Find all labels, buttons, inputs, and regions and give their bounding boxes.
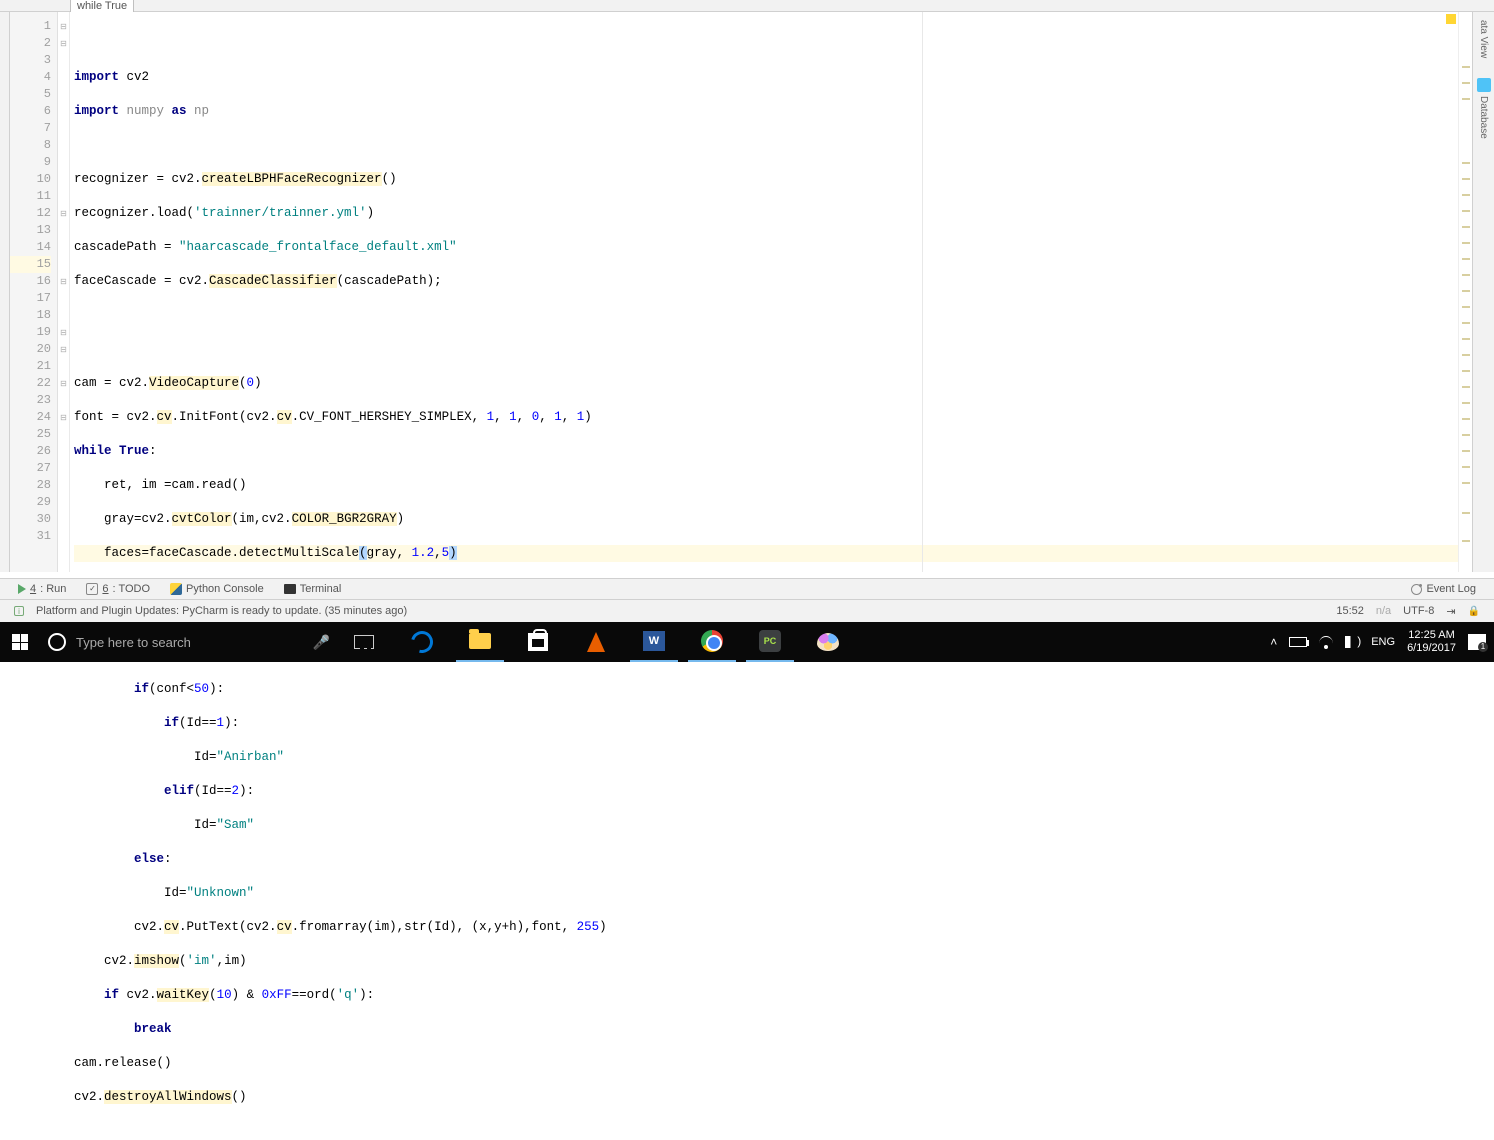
bottom-tool-tabs: 44: Run: Run ✓6: TODO Python Console Ter… <box>0 578 1494 600</box>
app-edge[interactable] <box>398 622 446 662</box>
sound-icon[interactable] <box>1345 636 1359 648</box>
system-tray: ˄ ENG 12:25 AM 6/19/2017 <box>1270 629 1494 655</box>
word-icon: W <box>643 631 665 651</box>
input-language[interactable]: ENG <box>1371 636 1395 648</box>
todo-icon: ✓ <box>86 583 98 595</box>
tab-run[interactable]: 44: Run: Run <box>8 583 76 595</box>
store-icon <box>528 633 548 651</box>
line-gutter[interactable]: 1234567891011121314151617181920212223242… <box>10 12 58 572</box>
search-placeholder: Type here to search <box>76 635 191 650</box>
code-editor: 1234567891011121314151617181920212223242… <box>10 12 1472 572</box>
terminal-icon <box>284 584 296 594</box>
left-tool-strip[interactable] <box>0 12 10 572</box>
app-vlc[interactable] <box>572 622 620 662</box>
code-area[interactable]: import import cv2cv2 import numpy as np … <box>70 12 1458 572</box>
run-icon <box>18 584 26 594</box>
taskview-icon <box>354 635 374 649</box>
app-chrome[interactable] <box>688 622 736 662</box>
cursor-position[interactable]: 15:52 <box>1336 605 1364 617</box>
app-store[interactable] <box>514 622 562 662</box>
tab-event-log[interactable]: Event Log <box>1401 583 1486 595</box>
clock[interactable]: 12:25 AM 6/19/2017 <box>1407 629 1456 655</box>
pycharm-icon: PC <box>759 630 781 652</box>
task-view-button[interactable] <box>340 622 388 662</box>
clock-date: 6/19/2017 <box>1407 642 1456 655</box>
windows-logo-icon <box>12 634 28 650</box>
vlc-icon <box>587 632 605 652</box>
action-center-icon[interactable] <box>1468 634 1486 650</box>
app-word[interactable]: W <box>630 622 678 662</box>
start-button[interactable] <box>0 622 40 662</box>
taskbar-apps: W PC <box>388 622 852 662</box>
wifi-icon[interactable] <box>1319 635 1333 649</box>
analysis-indicator[interactable] <box>1446 14 1456 24</box>
breadcrumb-bar: while True <box>0 0 1494 12</box>
fold-column[interactable]: ⊟⊟⊟⊟⊟⊟⊟⊟ <box>58 12 70 572</box>
python-icon <box>170 583 182 595</box>
chrome-icon <box>701 630 723 652</box>
insert-indicator[interactable]: ⇥ <box>1446 605 1455 618</box>
info-icon: i <box>14 606 24 616</box>
database-icon[interactable] <box>1477 78 1491 92</box>
app-file-explorer[interactable] <box>456 622 504 662</box>
tab-todo[interactable]: ✓6: TODO <box>76 583 160 595</box>
right-strip-dataview[interactable]: ata View <box>1478 20 1489 58</box>
lock-icon[interactable]: 🔒 <box>1468 606 1480 617</box>
status-bar: i Platform and Plugin Updates: PyCharm i… <box>0 600 1494 622</box>
line-sep[interactable]: n/a <box>1376 605 1391 617</box>
paint-icon <box>817 633 839 651</box>
right-tool-strip: ata View Database <box>1472 12 1494 572</box>
folder-icon <box>469 633 491 649</box>
event-log-icon <box>1411 584 1422 595</box>
windows-taskbar: Type here to search 🎤 W PC ˄ ENG 12:25 A… <box>0 622 1494 662</box>
edge-icon <box>407 627 437 657</box>
error-stripe[interactable] <box>1458 12 1472 572</box>
clock-time: 12:25 AM <box>1407 629 1456 642</box>
breadcrumb-context[interactable]: while True <box>70 0 134 13</box>
tab-python-console[interactable]: Python Console <box>160 583 274 595</box>
encoding[interactable]: UTF-8 <box>1403 605 1434 617</box>
column-guide <box>922 12 923 572</box>
mic-icon[interactable]: 🎤 <box>313 634 330 651</box>
taskbar-search[interactable]: Type here to search 🎤 <box>40 622 340 662</box>
tab-terminal[interactable]: Terminal <box>274 583 352 595</box>
cortana-icon <box>48 633 66 651</box>
status-message[interactable]: Platform and Plugin Updates: PyCharm is … <box>36 605 407 617</box>
battery-icon[interactable] <box>1289 637 1307 647</box>
right-strip-database[interactable]: Database <box>1478 96 1489 139</box>
app-pycharm[interactable]: PC <box>746 622 794 662</box>
tray-overflow[interactable]: ˄ <box>1270 635 1277 649</box>
app-paint[interactable] <box>804 622 852 662</box>
